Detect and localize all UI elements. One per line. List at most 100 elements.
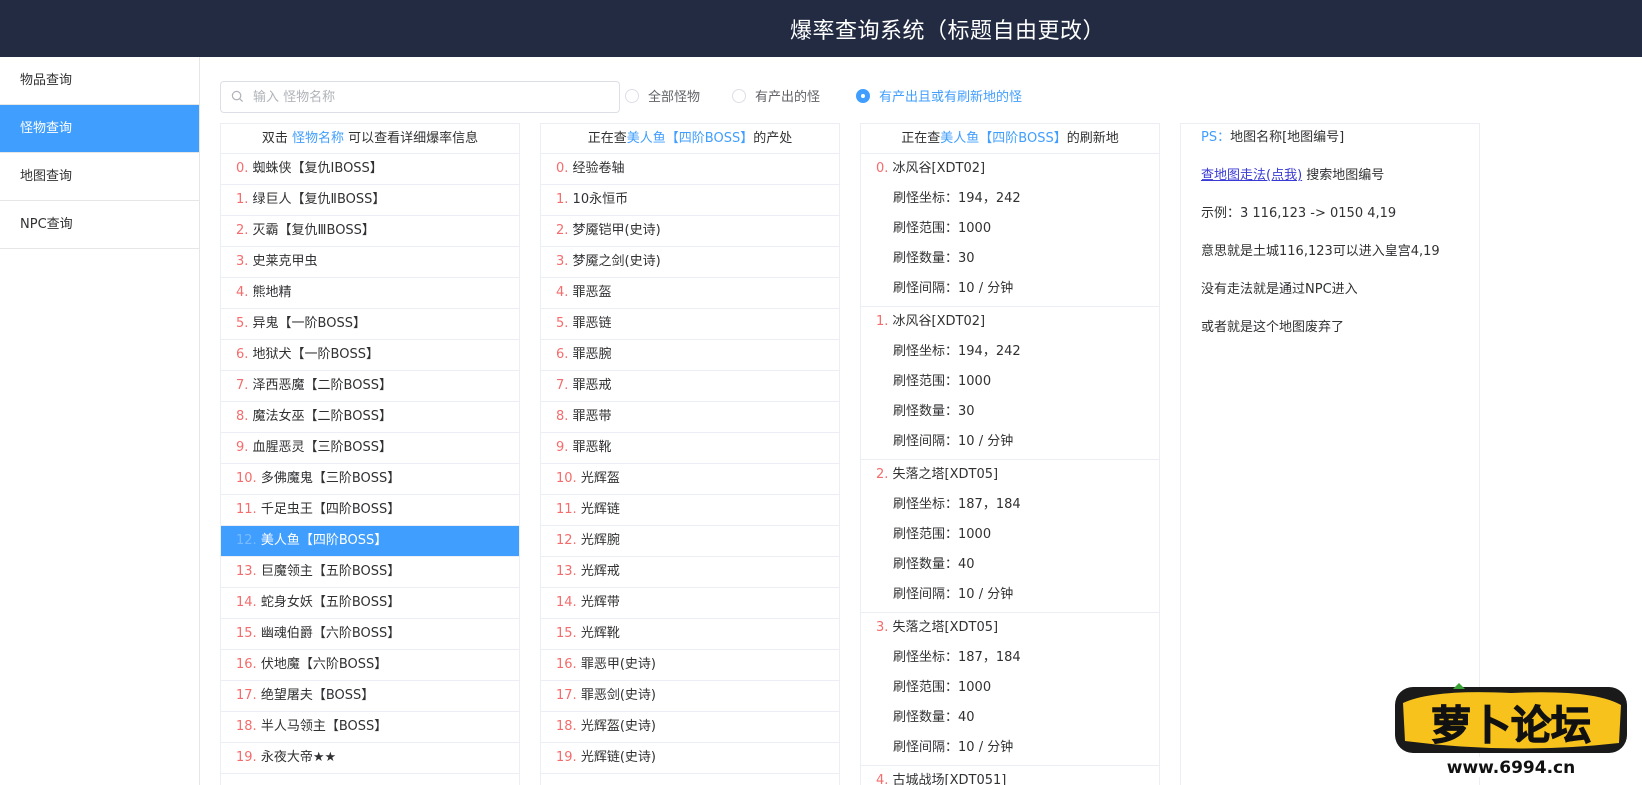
- spawn-location-title[interactable]: 3. 失落之塔[XDT05]: [861, 613, 1159, 643]
- drop-item-row[interactable]: 1. 10永恒币: [541, 185, 839, 216]
- row-index: 12.: [556, 533, 577, 548]
- search-input[interactable]: [253, 82, 613, 112]
- field-value: 187，184: [958, 497, 1021, 512]
- monster-row[interactable]: 15. 幽魂伯爵【六阶BOSS】: [221, 619, 519, 650]
- row-index: 11.: [556, 502, 577, 517]
- field-label: 刷怪数量：: [893, 710, 959, 725]
- row-index: 2.: [876, 467, 889, 482]
- row-index: 13.: [556, 564, 577, 579]
- spawn-location-title[interactable]: 2. 失落之塔[XDT05]: [861, 460, 1159, 490]
- row-index: 6.: [236, 347, 249, 362]
- info-no-path: 没有走法就是通过NPC进入: [1201, 282, 1358, 297]
- monster-row[interactable]: 10. 多佛魔鬼【三阶BOSS】: [221, 464, 519, 495]
- monster-row[interactable]: 14. 蛇身女妖【五阶BOSS】: [221, 588, 519, 619]
- field-value: 187，184: [958, 650, 1021, 665]
- drop-item-row[interactable]: 10. 光辉盔: [541, 464, 839, 495]
- spawn-location-title[interactable]: 1. 冰风谷[XDT02]: [861, 307, 1159, 337]
- monster-row[interactable]: 18. 半人马领主【BOSS】: [221, 712, 519, 743]
- spawn-location-title[interactable]: 4. 古城战场[XDT051]: [861, 766, 1159, 785]
- filter-all-monsters[interactable]: 全部怪物: [625, 86, 700, 105]
- monster-row[interactable]: 4. 熊地精: [221, 278, 519, 309]
- drop-item-row[interactable]: 4. 罪恶盔: [541, 278, 839, 309]
- field-value: 40: [958, 710, 975, 725]
- drop-item-row[interactable]: 11. 光辉链: [541, 495, 839, 526]
- sidebar-item-map-query[interactable]: 地图查询: [0, 153, 199, 201]
- row-index: 1.: [556, 192, 569, 207]
- spawn-panel: 正在查美人鱼【四阶BOSS】的刷新地 0. 冰风谷[XDT02] 刷怪坐标：194…: [860, 123, 1160, 785]
- search-box: [220, 81, 620, 113]
- field-label: 刷怪数量：: [893, 404, 959, 419]
- monster-row[interactable]: 1. 绿巨人【复仇ⅡBOSS】: [221, 185, 519, 216]
- row-name: 10永恒币: [572, 192, 629, 207]
- sidebar-item-item-query[interactable]: 物品查询: [0, 57, 199, 105]
- info-abandoned: 或者就是这个地图废弃了: [1201, 320, 1345, 335]
- drop-item-row[interactable]: 8. 罪恶带: [541, 402, 839, 433]
- monster-row[interactable]: 13. 巨魔领主【五阶BOSS】: [221, 557, 519, 588]
- row-name: 绿巨人【复仇ⅡBOSS】: [252, 192, 386, 207]
- monster-row[interactable]: 9. 血腥恶灵【三阶BOSS】: [221, 433, 519, 464]
- drop-item-row[interactable]: 17. 罪恶剑(史诗): [541, 681, 839, 712]
- spawn-location-title[interactable]: 0. 冰风谷[XDT02]: [861, 154, 1159, 184]
- monster-row[interactable]: 7. 泽西恶魔【二阶BOSS】: [221, 371, 519, 402]
- monster-row[interactable]: 8. 魔法女巫【二阶BOSS】: [221, 402, 519, 433]
- drop-item-row[interactable]: 19. 光辉链(史诗): [541, 743, 839, 774]
- header-highlight: 怪物名称: [291, 131, 344, 146]
- svg-text:萝卜论坛: 萝卜论坛: [1431, 703, 1591, 749]
- monster-row[interactable]: 11. 千足虫王【四阶BOSS】: [221, 495, 519, 526]
- drops-list: 0. 经验卷轴 1. 10永恒币 2. 梦魇铠甲(史诗) 3. 梦魇之剑(史诗) 4. …: [541, 154, 839, 774]
- row-name: 罪恶剑(史诗): [580, 688, 656, 703]
- drop-item-row[interactable]: 0. 经验卷轴: [541, 154, 839, 185]
- row-name: 光辉链: [580, 502, 620, 517]
- monster-row[interactable]: 0. 蜘蛛侠【复仇ⅠBOSS】: [221, 154, 519, 185]
- spawn-map-name: 古城战场[XDT051]: [892, 773, 1007, 785]
- filter-monsters-with-drops[interactable]: 有产出的怪: [732, 86, 820, 105]
- monster-row[interactable]: 5. 异鬼【一阶BOSS】: [221, 309, 519, 340]
- field-value: 1000: [958, 680, 992, 695]
- drop-item-row[interactable]: 6. 罪恶腕: [541, 340, 839, 371]
- field-value: 194，242: [958, 344, 1021, 359]
- drop-item-row[interactable]: 14. 光辉带: [541, 588, 839, 619]
- monster-row[interactable]: 19. 永夜大帝★★: [221, 743, 519, 774]
- map-route-link[interactable]: 查地图走法(点我): [1201, 168, 1302, 183]
- radio-checked-icon: [856, 88, 870, 103]
- row-name: 史莱克甲虫: [252, 254, 318, 269]
- drop-item-row[interactable]: 18. 光辉盔(史诗): [541, 712, 839, 743]
- info-meaning: 意思就是土城116,123可以进入皇宫4,19: [1201, 244, 1440, 259]
- drop-item-row[interactable]: 3. 梦魇之剑(史诗): [541, 247, 839, 278]
- field-value: 30: [958, 251, 975, 266]
- monster-row[interactable]: 2. 灭霸【复仇ⅢBOSS】: [221, 216, 519, 247]
- monster-row[interactable]: 12. 美人鱼【四阶BOSS】: [221, 526, 519, 557]
- drop-item-row[interactable]: 13. 光辉戒: [541, 557, 839, 588]
- row-index: 1.: [876, 314, 889, 329]
- drop-item-row[interactable]: 9. 罪恶靴: [541, 433, 839, 464]
- row-name: 罪恶腕: [572, 347, 612, 362]
- drop-item-row[interactable]: 2. 梦魇铠甲(史诗): [541, 216, 839, 247]
- monster-row[interactable]: 3. 史莱克甲虫: [221, 247, 519, 278]
- row-name: 永夜大帝★★: [260, 750, 337, 765]
- ps-label: PS：: [1201, 130, 1231, 145]
- sidebar-item-monster-query[interactable]: 怪物查询: [0, 105, 199, 153]
- filter-label: 有产出的怪: [755, 90, 821, 105]
- drop-item-row[interactable]: 5. 罪恶链: [541, 309, 839, 340]
- spawn-location: 1. 冰风谷[XDT02] 刷怪坐标：194，242 刷怪范围：1000 刷怪数量：3…: [861, 307, 1159, 460]
- header-highlight: 美人鱼【四阶BOSS】: [626, 131, 754, 146]
- row-index: 9.: [556, 440, 569, 455]
- drop-item-row[interactable]: 15. 光辉靴: [541, 619, 839, 650]
- monster-row[interactable]: 17. 绝望屠夫【BOSS】: [221, 681, 519, 712]
- row-name: 半人马领主【BOSS】: [260, 719, 388, 734]
- spawn-range: 刷怪范围：1000: [861, 520, 1159, 550]
- monster-row[interactable]: 16. 伏地魔【六阶BOSS】: [221, 650, 519, 681]
- header-text: 正在查: [901, 131, 941, 146]
- row-index: 12.: [236, 533, 257, 548]
- row-index: 15.: [236, 626, 257, 641]
- row-index: 10.: [236, 471, 257, 486]
- filter-monsters-with-drops-or-spawns[interactable]: 有产出且或有刷新地的怪: [856, 86, 1022, 105]
- drop-item-row[interactable]: 16. 罪恶甲(史诗): [541, 650, 839, 681]
- drop-item-row[interactable]: 12. 光辉腕: [541, 526, 839, 557]
- row-name: 光辉戒: [580, 564, 620, 579]
- spawn-map-name: 冰风谷[XDT02]: [892, 161, 986, 176]
- sidebar-item-npc-query[interactable]: NPC查询: [0, 201, 199, 249]
- monster-row[interactable]: 6. 地狱犬【一阶BOSS】: [221, 340, 519, 371]
- drop-item-row[interactable]: 7. 罪恶戒: [541, 371, 839, 402]
- spawn-range: 刷怪范围：1000: [861, 673, 1159, 703]
